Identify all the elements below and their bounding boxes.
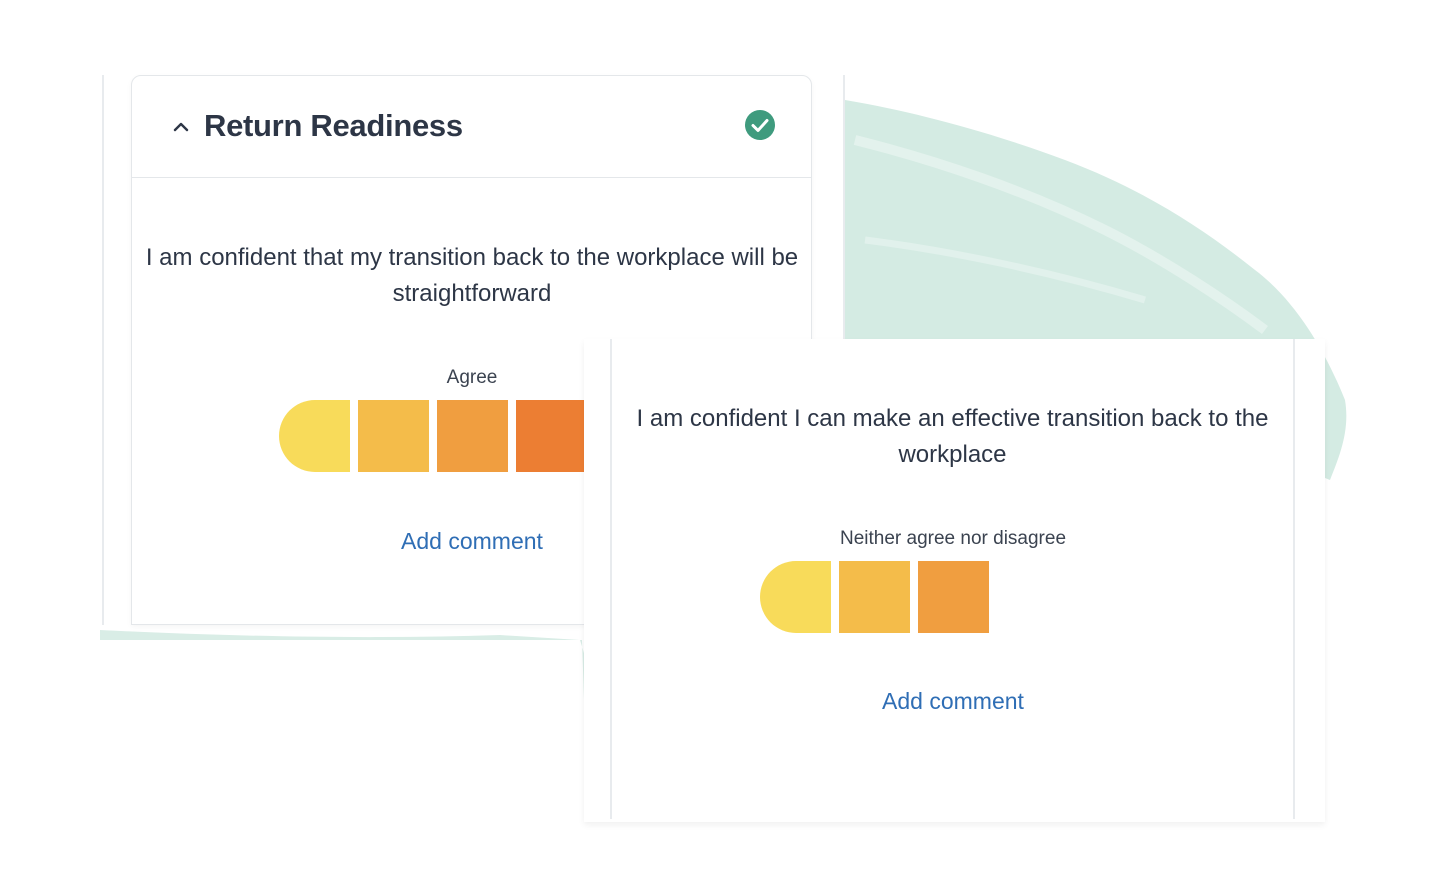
rating-option-1[interactable]: [760, 561, 831, 633]
add-comment-link[interactable]: Add comment: [853, 688, 1053, 715]
rating-scale: [760, 561, 989, 633]
rating-option-4[interactable]: [516, 400, 587, 472]
rating-scale: [279, 400, 587, 472]
survey-card-effective-transition: I am confident I can make an effective t…: [584, 339, 1325, 822]
question-text: I am confident I can make an effective t…: [636, 405, 1269, 468]
section-title: Return Readiness: [204, 108, 463, 143]
card2-border-right: [1293, 339, 1295, 819]
card1-outer-border-left: [102, 75, 104, 625]
section-header[interactable]: Return Readiness: [132, 76, 811, 178]
chevron-up-icon[interactable]: [172, 118, 190, 136]
add-comment-link[interactable]: Add comment: [372, 528, 572, 555]
rating-option-2[interactable]: [839, 561, 910, 633]
question-text: I am confident that my transition back t…: [145, 244, 799, 307]
scale-selected-label: Agree: [446, 367, 498, 388]
rating-option-1[interactable]: [279, 400, 350, 472]
rating-option-3[interactable]: [437, 400, 508, 472]
rating-option-3[interactable]: [918, 561, 989, 633]
card1-outer-border-right: [843, 75, 845, 340]
scale-selected-label: Neither agree nor disagree: [839, 528, 1067, 549]
survey-stage: Return Readiness I am confident that my …: [0, 0, 1440, 872]
rating-option-2[interactable]: [358, 400, 429, 472]
check-circle-icon: [745, 110, 775, 140]
